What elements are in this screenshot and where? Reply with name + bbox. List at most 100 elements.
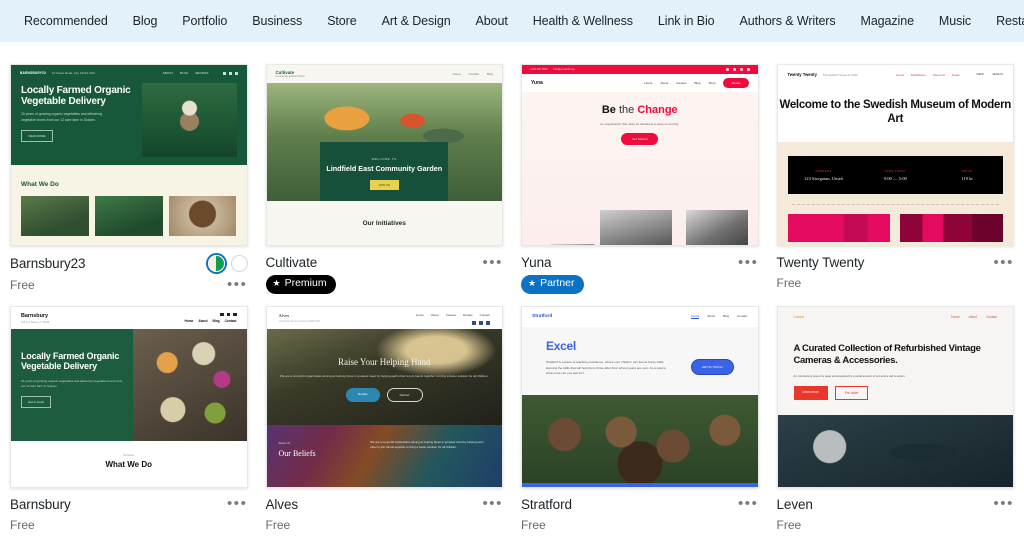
nav-item-health-wellness[interactable]: Health & Wellness — [520, 0, 645, 42]
mini-eyebrow: WELCOME TO — [371, 156, 397, 161]
theme-preview-twenty-twenty[interactable]: Twenty Twenty The Default Theme for 2020… — [776, 64, 1014, 246]
mini-site-twenty-twenty: Twenty Twenty The Default Theme for 2020… — [777, 65, 1013, 245]
mini-tagline: The Default Theme for 2020 — [822, 72, 858, 77]
mini-button: GET IN TOUCH — [690, 358, 734, 375]
nav-item-business[interactable]: Business — [240, 0, 315, 42]
mini-hero-image — [141, 83, 237, 157]
theme-price: Free — [776, 276, 802, 290]
mini-logo: Alves — [278, 312, 290, 318]
category-navigation-bar: Recommended Blog Portfolio Business Stor… — [0, 0, 1024, 42]
nav-item-magazine[interactable]: Magazine — [848, 0, 926, 42]
mini-button: VIEW MORE — [21, 130, 53, 143]
mini-headline: Excel — [546, 338, 576, 353]
theme-options-button[interactable]: ••• — [993, 496, 1014, 511]
mini-headline: Raise Your Helping Hand — [338, 356, 431, 367]
theme-preview-leven[interactable]: Leven Home About Contact A Curated Colle… — [776, 305, 1014, 488]
mini-nav-item: Contact — [986, 314, 997, 319]
mini-nav-item: Home — [415, 312, 424, 317]
theme-name[interactable]: Twenty Twenty — [777, 255, 865, 270]
theme-preview-yuna[interactable]: +123 456 7890 info@yunainfo.org Yuna Hom… — [521, 64, 759, 246]
theme-price: Free — [265, 517, 291, 532]
mini-hero-image: Raise Your Helping Hand We are a nonprof… — [266, 328, 502, 425]
mini-hero-image — [133, 328, 247, 441]
nav-item-portfolio[interactable]: Portfolio — [170, 0, 240, 42]
color-swatch[interactable] — [230, 255, 248, 272]
mini-nav-item: About — [707, 314, 716, 319]
status-badge-premium[interactable]: ★ Premium — [265, 275, 336, 294]
nav-item-store[interactable]: Store — [315, 0, 369, 42]
theme-name[interactable]: Yuna — [521, 255, 551, 270]
color-swatch-selected[interactable] — [207, 255, 225, 272]
mini-logo: Yuna — [531, 80, 543, 86]
mini-social-icons — [184, 312, 237, 317]
mini-nav: ABOUT BLOG RECIPES — [163, 71, 209, 75]
theme-options-button[interactable]: ••• — [227, 496, 248, 511]
theme-options-button[interactable]: ••• — [482, 255, 503, 270]
nav-item-music[interactable]: Music — [926, 0, 983, 42]
mini-headline-part: Be — [601, 104, 616, 116]
theme-name[interactable]: Cultivate — [266, 255, 318, 270]
mini-nav-item: Home — [951, 314, 960, 319]
theme-card: Alves 1 Example Street, Anytown 12345 US… — [265, 305, 503, 533]
mini-headline: A Curated Collection of Refurbished Vint… — [793, 342, 981, 366]
mini-button: Get Started — [621, 133, 659, 145]
nav-item-recommended[interactable]: Recommended — [14, 0, 120, 42]
mini-button-secondary: Pre-order — [834, 386, 869, 401]
mini-nav-item: Home — [691, 314, 700, 320]
theme-name[interactable]: Barnsbury — [10, 497, 71, 512]
theme-name[interactable]: Alves — [266, 497, 299, 512]
theme-card: Barnsbury 123 Any Street, +1 12345 Home … — [10, 305, 248, 533]
mini-section-title: Our Beliefs — [278, 448, 316, 458]
theme-card: Stratford Home About Blog Contact Excel … — [521, 305, 759, 533]
mini-address: 10 Street Road, City 12110 USA — [52, 71, 95, 75]
nav-item-authors-writers[interactable]: Authors & Writers — [727, 0, 848, 42]
mini-nav-item: Blog — [694, 81, 701, 85]
mini-paragraph: 20 years of growing organic vegetables a… — [21, 112, 103, 122]
mini-nav-item: Contact — [224, 319, 237, 324]
mini-logo: Leven — [793, 314, 804, 319]
theme-options-button[interactable]: ••• — [738, 496, 759, 511]
theme-name[interactable]: Leven — [777, 497, 813, 512]
status-badge-partner[interactable]: ★ Partner — [521, 275, 584, 294]
mini-gallery-image — [900, 214, 1003, 242]
theme-options-button[interactable]: ••• — [482, 496, 503, 511]
theme-preview-stratford[interactable]: Stratford Home About Blog Contact Excel … — [521, 305, 759, 488]
mini-address: 123 Any Street, +1 12345 — [21, 320, 50, 324]
mini-headline: Lindfield East Community Garden — [326, 163, 443, 173]
mini-nav: Home About Blog Contact — [184, 319, 236, 323]
theme-options-button[interactable]: ••• — [738, 255, 759, 270]
mini-nav-item: Contact — [479, 312, 490, 317]
search-icon: SEARCH — [992, 73, 1003, 76]
mini-info-value: 119 kr — [961, 175, 973, 181]
mini-info-value: 9:00 — 5:00 — [883, 175, 907, 181]
theme-options-button[interactable]: ••• — [227, 277, 248, 292]
mini-gallery-image — [787, 214, 891, 242]
mini-button: JOIN US — [369, 179, 399, 190]
theme-name[interactable]: Barnsbury23 — [10, 256, 86, 271]
mini-info-key: OPEN TODAY — [884, 169, 907, 173]
theme-preview-alves[interactable]: Alves 1 Example Street, Anytown 12345 US… — [265, 305, 503, 488]
mini-gallery — [787, 214, 1003, 242]
mini-nav-item: BLOG — [179, 71, 189, 75]
theme-price: Free — [10, 517, 35, 532]
mini-nav-item: About — [660, 81, 669, 85]
theme-preview-barnsbury23[interactable]: BARNSBURY23 10 Street Road, City 12110 U… — [10, 64, 248, 246]
nav-item-blog[interactable]: Blog — [120, 0, 170, 42]
mini-button: Get in touch — [21, 396, 52, 409]
theme-name[interactable]: Stratford — [521, 497, 572, 512]
mini-nav: Home Exhibitions About Us News MENU SEAR… — [896, 73, 1003, 77]
theme-card: BARNSBURY23 10 Street Road, City 12110 U… — [10, 64, 248, 294]
mini-gallery-image — [600, 210, 672, 245]
theme-options-button[interactable]: ••• — [993, 255, 1014, 270]
nav-item-restaurant[interactable]: Restaurant — [984, 0, 1024, 42]
mini-logo: Barnsbury — [21, 312, 48, 319]
nav-item-art-design[interactable]: Art & Design — [369, 0, 463, 42]
theme-preview-cultivate[interactable]: Cultivate community garden theme Home Co… — [265, 64, 503, 246]
mini-nav-item: Donate — [462, 312, 473, 317]
theme-preview-barnsbury[interactable]: Barnsbury 123 Any Street, +1 12345 Home … — [10, 305, 248, 488]
mini-button-primary: Learn more — [793, 386, 828, 401]
nav-item-link-in-bio[interactable]: Link in Bio — [645, 0, 727, 42]
nav-item-about[interactable]: About — [463, 0, 520, 42]
mini-gallery — [11, 188, 247, 236]
mini-nav-item: Home — [896, 72, 905, 77]
